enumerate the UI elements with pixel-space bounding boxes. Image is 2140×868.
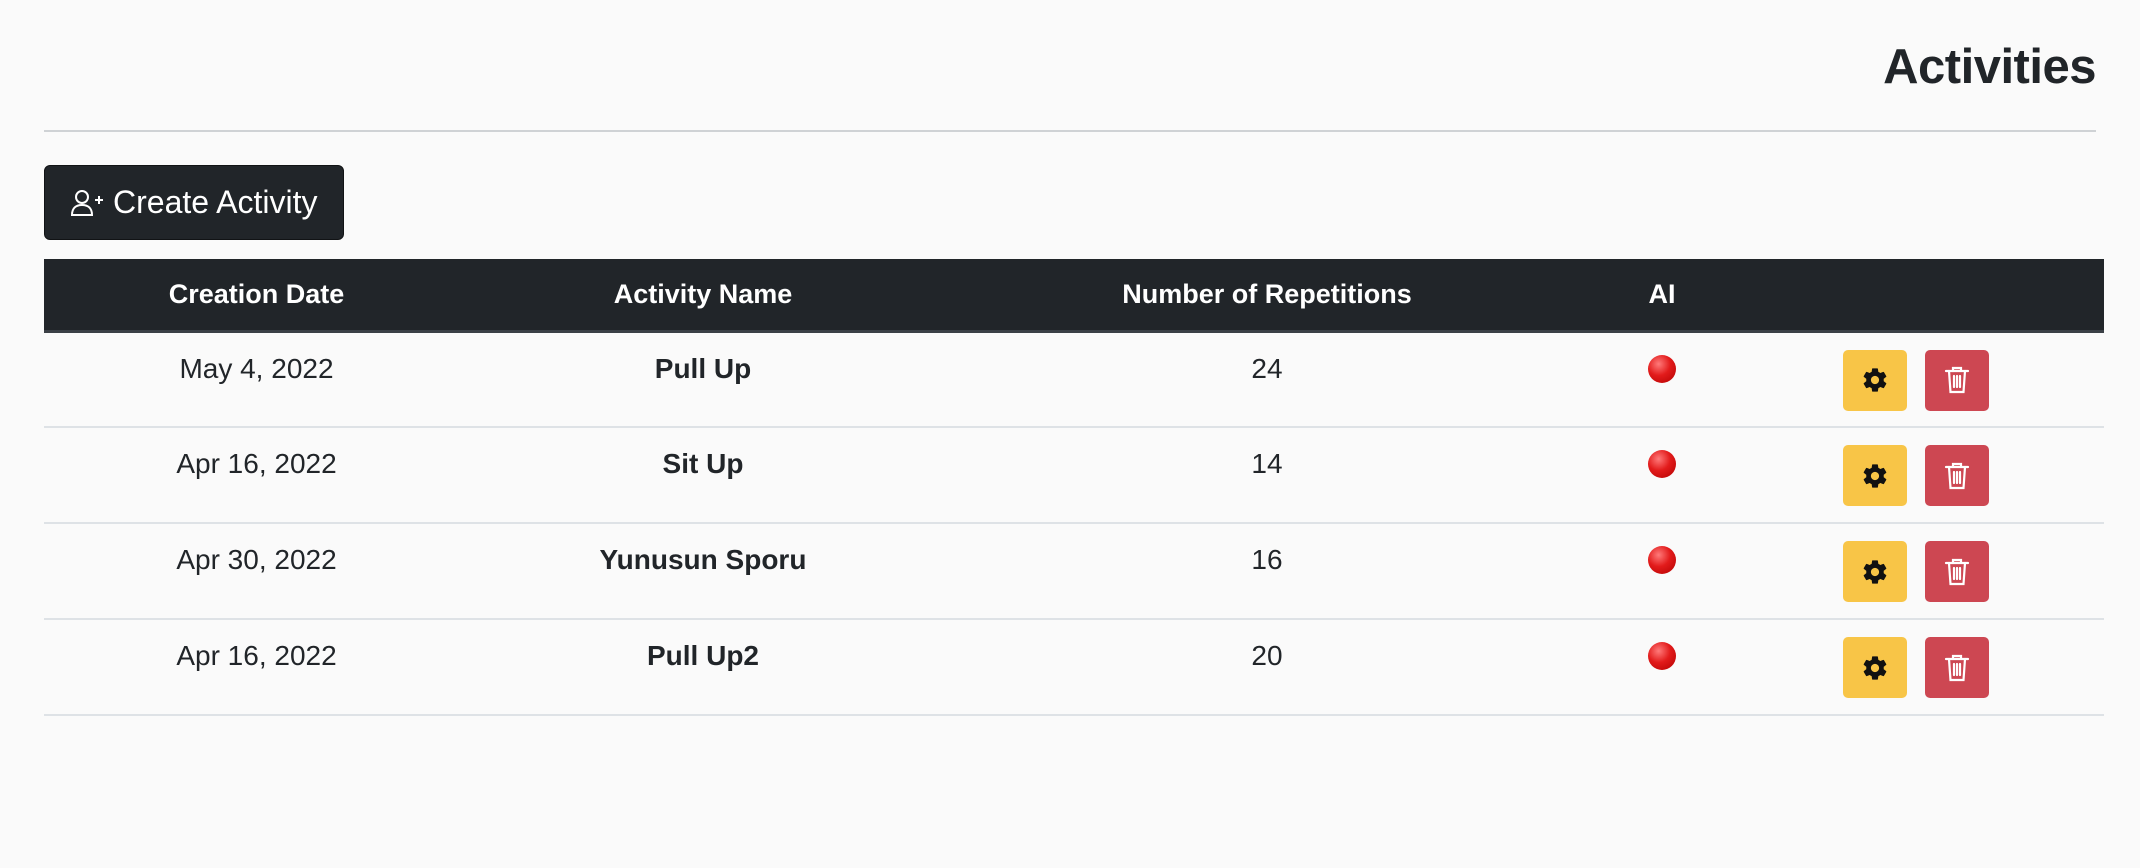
table-body: May 4, 2022 Pull Up 24 Apr 16, 2022 Sit …	[44, 331, 2104, 715]
create-activity-button[interactable]: Create Activity	[44, 165, 344, 240]
edit-activity-button[interactable]	[1842, 445, 1907, 506]
delete-activity-button[interactable]	[1924, 445, 1989, 506]
table-header: Creation Date Activity Name Number of Re…	[44, 259, 2104, 333]
gear-icon	[1861, 366, 1889, 394]
gear-icon	[1861, 654, 1889, 682]
trash-icon	[1944, 365, 1970, 395]
delete-activity-button[interactable]	[1924, 349, 1989, 411]
table-row: Apr 16, 2022 Pull Up2 20	[44, 619, 2104, 715]
creation-date-cell: Apr 16, 2022	[176, 448, 337, 479]
delete-activity-button[interactable]	[1924, 637, 1989, 698]
column-header-repetitions: Number of Repetitions	[937, 259, 1597, 333]
ai-cell	[1597, 523, 1727, 619]
table-row: Apr 16, 2022 Sit Up 14	[44, 427, 2104, 523]
red-circle-icon	[1648, 546, 1676, 574]
edit-activity-button[interactable]	[1842, 637, 1907, 698]
creation-date-cell: Apr 16, 2022	[176, 640, 337, 671]
trash-icon	[1944, 461, 1970, 491]
table-row: Apr 30, 2022 Yunusun Sporu 16	[44, 523, 2104, 619]
red-circle-icon	[1648, 642, 1676, 670]
gear-icon	[1861, 462, 1889, 490]
gear-icon	[1861, 558, 1889, 586]
page-title: Activities	[1883, 40, 2096, 94]
delete-activity-button[interactable]	[1924, 541, 1989, 602]
activities-page: Activities Create Activity Creation Date…	[0, 0, 2140, 868]
activity-name-cell: Sit Up	[662, 448, 744, 479]
person-plus-icon	[71, 189, 103, 217]
activities-table-container: Creation Date Activity Name Number of Re…	[44, 259, 2104, 716]
creation-date-cell: May 4, 2022	[179, 352, 334, 384]
create-activity-label: Create Activity	[113, 184, 318, 220]
activity-name-cell: Pull Up2	[646, 640, 759, 671]
actions-cell	[1727, 427, 2104, 523]
table-row: May 4, 2022 Pull Up 24	[44, 331, 2104, 427]
header-row: Creation Date Activity Name Number of Re…	[44, 259, 2104, 333]
activity-name-cell: Yunusun Sporu	[599, 544, 807, 575]
repetitions-cell: 24	[1251, 352, 1283, 384]
column-header-ai: AI	[1597, 259, 1727, 333]
ai-cell	[1597, 331, 1727, 427]
repetitions-cell: 16	[1251, 544, 1283, 575]
column-header-creation-date: Creation Date	[44, 259, 469, 333]
ai-cell	[1597, 619, 1727, 715]
trash-icon	[1944, 653, 1970, 683]
repetitions-cell: 20	[1251, 640, 1283, 671]
edit-activity-button[interactable]	[1842, 541, 1907, 602]
actions-cell	[1727, 523, 2104, 619]
activity-name-cell: Pull Up	[654, 352, 752, 384]
column-header-activity-name: Activity Name	[469, 259, 937, 333]
edit-activity-button[interactable]	[1842, 349, 1907, 411]
ai-cell	[1597, 427, 1727, 523]
activities-table: Creation Date Activity Name Number of Re…	[44, 259, 2104, 716]
actions-cell	[1727, 619, 2104, 715]
red-circle-icon	[1648, 450, 1676, 478]
column-header-actions	[1727, 259, 2104, 333]
page-header: Activities	[44, 0, 2096, 132]
trash-icon	[1944, 557, 1970, 587]
actions-cell	[1727, 331, 2104, 427]
repetitions-cell: 14	[1251, 448, 1283, 479]
creation-date-cell: Apr 30, 2022	[176, 544, 337, 575]
red-circle-icon	[1648, 354, 1676, 383]
